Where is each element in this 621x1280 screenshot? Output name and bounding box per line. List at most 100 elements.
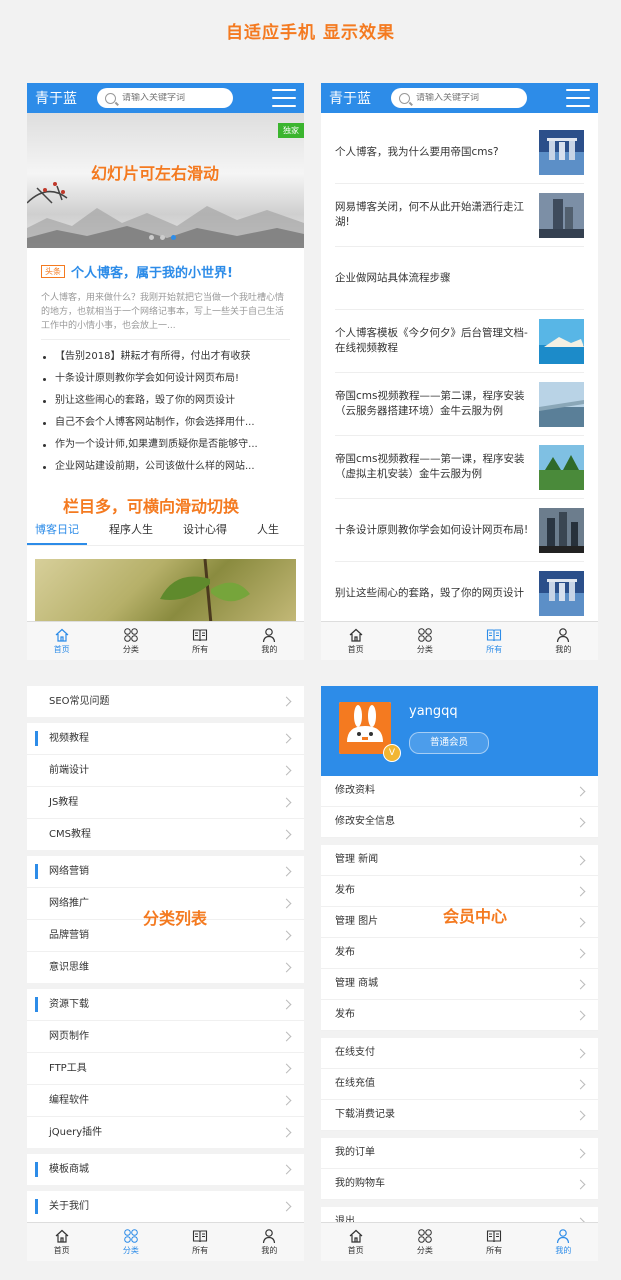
category-head[interactable]: 网络营销 — [27, 856, 304, 888]
menu-item[interactable]: 我的购物车 — [321, 1169, 598, 1200]
category-list: SEO常见问题 视频教程 前端设计 JS教程 CMS教程 网络营销 网络推广 品… — [27, 686, 304, 1228]
category-item[interactable]: 前端设计 — [27, 755, 304, 787]
tabbar: 首页 分类 所有 我的 — [27, 1222, 304, 1261]
category-head[interactable]: 视频教程 — [27, 723, 304, 755]
category-item[interactable]: FTP工具 — [27, 1053, 304, 1085]
menu-item[interactable]: 发布 — [321, 1000, 598, 1031]
category-head[interactable]: 资源下载 — [27, 989, 304, 1021]
category-head[interactable]: 模板商城 — [27, 1154, 304, 1185]
tab-home[interactable]: 首页 — [27, 1223, 96, 1261]
list-item[interactable]: 作为一个设计师,如果遭到质疑你是否能够守... — [41, 434, 290, 456]
divider — [41, 339, 290, 340]
list-item[interactable]: 个人博客，我为什么要用帝国cms? — [335, 121, 584, 184]
list-item[interactable]: 【告别2018】耕耘才有所得，付出才有收获 — [41, 346, 290, 368]
tab-category[interactable]: 分类 — [96, 1223, 165, 1261]
article-thumb[interactable] — [539, 318, 584, 364]
tab-mine[interactable]: 我的 — [235, 622, 304, 660]
tab-all[interactable]: 所有 — [166, 1223, 235, 1261]
headline-title[interactable]: 个人博客，属于我的小世界! — [71, 262, 233, 281]
member-level[interactable]: 普通会员 — [409, 732, 489, 754]
search-box[interactable] — [391, 88, 527, 108]
chevron-right-icon — [575, 817, 586, 828]
article-thumb[interactable] — [539, 192, 584, 238]
category-item[interactable]: CMS教程 — [27, 819, 304, 850]
tab-design[interactable]: 设计心得 — [175, 517, 235, 545]
list-item[interactable]: 帝国cms视频教程——第一课，程序安装（虚拟主机安装）金牛云服为例 — [335, 436, 584, 499]
menu-item[interactable]: 修改资料 — [321, 776, 598, 807]
tab-mine[interactable]: 我的 — [529, 622, 598, 660]
category-item[interactable]: 网页制作 — [27, 1021, 304, 1053]
exclusive-badge: 独家 — [278, 123, 304, 138]
menu-item[interactable]: 发布 — [321, 938, 598, 969]
category-head[interactable]: 关于我们 — [27, 1191, 304, 1222]
menu-icon[interactable] — [272, 89, 296, 107]
menu-item[interactable]: 下载消费记录 — [321, 1100, 598, 1131]
search-input[interactable] — [122, 93, 222, 103]
category-item[interactable]: 意识思维 — [27, 952, 304, 983]
logo[interactable]: 青于蓝 — [329, 88, 391, 108]
tab-program-life[interactable]: 程序人生 — [101, 517, 161, 545]
chevron-right-icon — [575, 886, 586, 897]
tab-home[interactable]: 首页 — [321, 1223, 390, 1261]
article-thumb[interactable] — [539, 507, 584, 553]
chevron-right-icon — [575, 917, 586, 928]
menu-item[interactable]: 修改安全信息 — [321, 807, 598, 838]
search-input[interactable] — [416, 93, 516, 103]
tabbar: 首页 分类 所有 我的 — [27, 621, 304, 660]
tab-category[interactable]: 分类 — [390, 622, 459, 660]
chevron-right-icon — [281, 1127, 292, 1138]
logo[interactable]: 青于蓝 — [35, 88, 97, 108]
tab-all[interactable]: 所有 — [166, 622, 235, 660]
menu-item[interactable]: 管理 新闻 — [321, 845, 598, 876]
category-item[interactable]: SEO常见问题 — [27, 686, 304, 717]
list-item[interactable]: 别让这些闹心的套路，毁了你的网页设计 — [41, 390, 290, 412]
menu-item[interactable]: 我的订单 — [321, 1138, 598, 1169]
tab-category[interactable]: 分类 — [96, 622, 165, 660]
list-item[interactable]: 十条设计原则教你学会如何设计网页布局! — [335, 499, 584, 562]
tab-all[interactable]: 所有 — [460, 1223, 529, 1261]
annotation-tabs: 栏目多，可横向滑动切换 — [63, 497, 240, 516]
article-image[interactable] — [35, 559, 296, 624]
menu-item[interactable]: 管理 商城 — [321, 969, 598, 1000]
article-thumb[interactable] — [539, 129, 584, 175]
tab-all[interactable]: 所有 — [460, 622, 529, 660]
list-item[interactable]: 帝国cms视频教程——第二课，程序安装（云服务器搭建环境）金牛云服为例 — [335, 373, 584, 436]
annotation-member: 会员中心 — [443, 907, 508, 926]
chevron-right-icon — [575, 1179, 586, 1190]
tab-home[interactable]: 首页 — [27, 622, 96, 660]
article-thumb[interactable] — [539, 444, 584, 490]
article-thumb[interactable] — [539, 570, 584, 616]
list-item[interactable]: 企业网站建设前期，公司该做什么样的网站... — [41, 456, 290, 478]
chevron-right-icon — [575, 1048, 586, 1059]
slider-dots[interactable] — [149, 235, 176, 240]
list-item[interactable]: 自己不会个人博客网站制作，你会选择用什... — [41, 412, 290, 434]
book-icon — [487, 629, 502, 642]
category-item[interactable]: jQuery插件 — [27, 1117, 304, 1148]
list-item[interactable]: 网易博客关闭，何不从此开始潇洒行走江湖! — [335, 184, 584, 247]
tab-life[interactable]: 人生 — [249, 517, 287, 545]
tab-home[interactable]: 首页 — [321, 622, 390, 660]
user-icon — [263, 1229, 276, 1244]
article-thumb[interactable] — [539, 381, 584, 427]
chevron-right-icon — [281, 1063, 292, 1074]
search-box[interactable] — [97, 88, 233, 108]
headline[interactable]: 头条 个人博客，属于我的小世界! — [27, 262, 304, 281]
tab-category[interactable]: 分类 — [390, 1223, 459, 1261]
user-icon — [263, 628, 276, 643]
list-item[interactable]: 企业做网站具体流程步骤 — [335, 247, 584, 310]
tab-mine[interactable]: 我的 — [235, 1223, 304, 1261]
category-item[interactable]: JS教程 — [27, 787, 304, 819]
tab-blog-diary[interactable]: 博客日记 — [27, 517, 87, 545]
category-item[interactable]: 编程软件 — [27, 1085, 304, 1117]
list-item[interactable]: 个人博客模板《今夕何夕》后台管理文档-在线视频教程 — [335, 310, 584, 373]
menu-icon[interactable] — [566, 89, 590, 107]
menu-item[interactable]: 在线支付 — [321, 1038, 598, 1069]
list-item[interactable]: 十条设计原则教你学会如何设计网页布局! — [41, 368, 290, 390]
chevron-right-icon — [281, 1164, 292, 1175]
tab-mine[interactable]: 我的 — [529, 1223, 598, 1261]
category-tabs[interactable]: 博客日记 程序人生 设计心得 人生 — [27, 517, 304, 546]
menu-item[interactable]: 在线充值 — [321, 1069, 598, 1100]
list-item[interactable]: 别让这些闹心的套路，毁了你的网页设计 — [335, 562, 584, 624]
avatar[interactable] — [339, 702, 391, 754]
user-icon — [557, 1229, 570, 1244]
